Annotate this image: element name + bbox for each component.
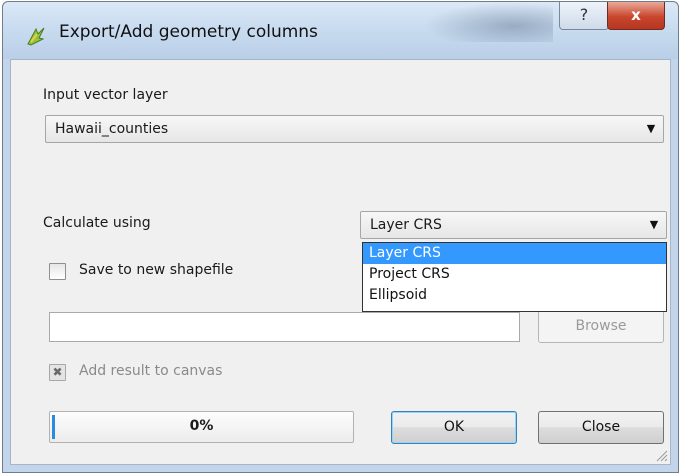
resize-grip-icon[interactable]: [656, 450, 668, 462]
calculate-using-dropdown: Layer CRS Project CRS Ellipsoid: [362, 242, 667, 312]
input-layer-label: Input vector layer: [43, 87, 168, 103]
dialog-content: Input vector layer Hawaii_counties ▼ Cal…: [10, 59, 671, 465]
calculate-using-combo[interactable]: Layer CRS ▼: [360, 211, 667, 239]
progress-text: 0%: [189, 418, 214, 434]
window-close-button[interactable]: x: [607, 2, 665, 30]
progress-bar: 0%: [49, 411, 354, 443]
chevron-down-icon[interactable]: ▼: [639, 116, 663, 142]
dropdown-option[interactable]: Project CRS: [363, 264, 666, 285]
add-to-canvas-checkbox[interactable]: ✖: [49, 364, 66, 381]
dropdown-option[interactable]: Layer CRS: [363, 243, 666, 264]
help-icon: ?: [579, 5, 589, 24]
dropdown-option[interactable]: Ellipsoid: [363, 285, 666, 306]
browse-button[interactable]: Browse: [538, 310, 664, 343]
calculate-using-value: Layer CRS: [370, 217, 442, 233]
input-layer-combo[interactable]: Hawaii_counties ▼: [45, 115, 664, 143]
add-to-canvas-label[interactable]: Add result to canvas: [79, 363, 222, 379]
ok-button[interactable]: OK: [391, 411, 517, 444]
close-icon: x: [631, 6, 641, 24]
close-button[interactable]: Close: [538, 411, 664, 444]
calculate-using-label: Calculate using: [43, 215, 151, 231]
help-button[interactable]: ?: [559, 2, 609, 30]
title-bar[interactable]: Export/Add geometry columns ? x: [3, 2, 678, 59]
save-shapefile-checkbox[interactable]: [49, 263, 66, 280]
window-title: Export/Add geometry columns: [59, 22, 318, 42]
save-shapefile-label[interactable]: Save to new shapefile: [79, 262, 233, 278]
dialog-window: Export/Add geometry columns ? x Input ve…: [2, 1, 679, 473]
input-layer-value: Hawaii_counties: [55, 121, 169, 137]
output-path-field[interactable]: [49, 312, 520, 342]
chevron-down-icon[interactable]: ▼: [642, 212, 666, 238]
qgis-icon: [27, 27, 45, 46]
